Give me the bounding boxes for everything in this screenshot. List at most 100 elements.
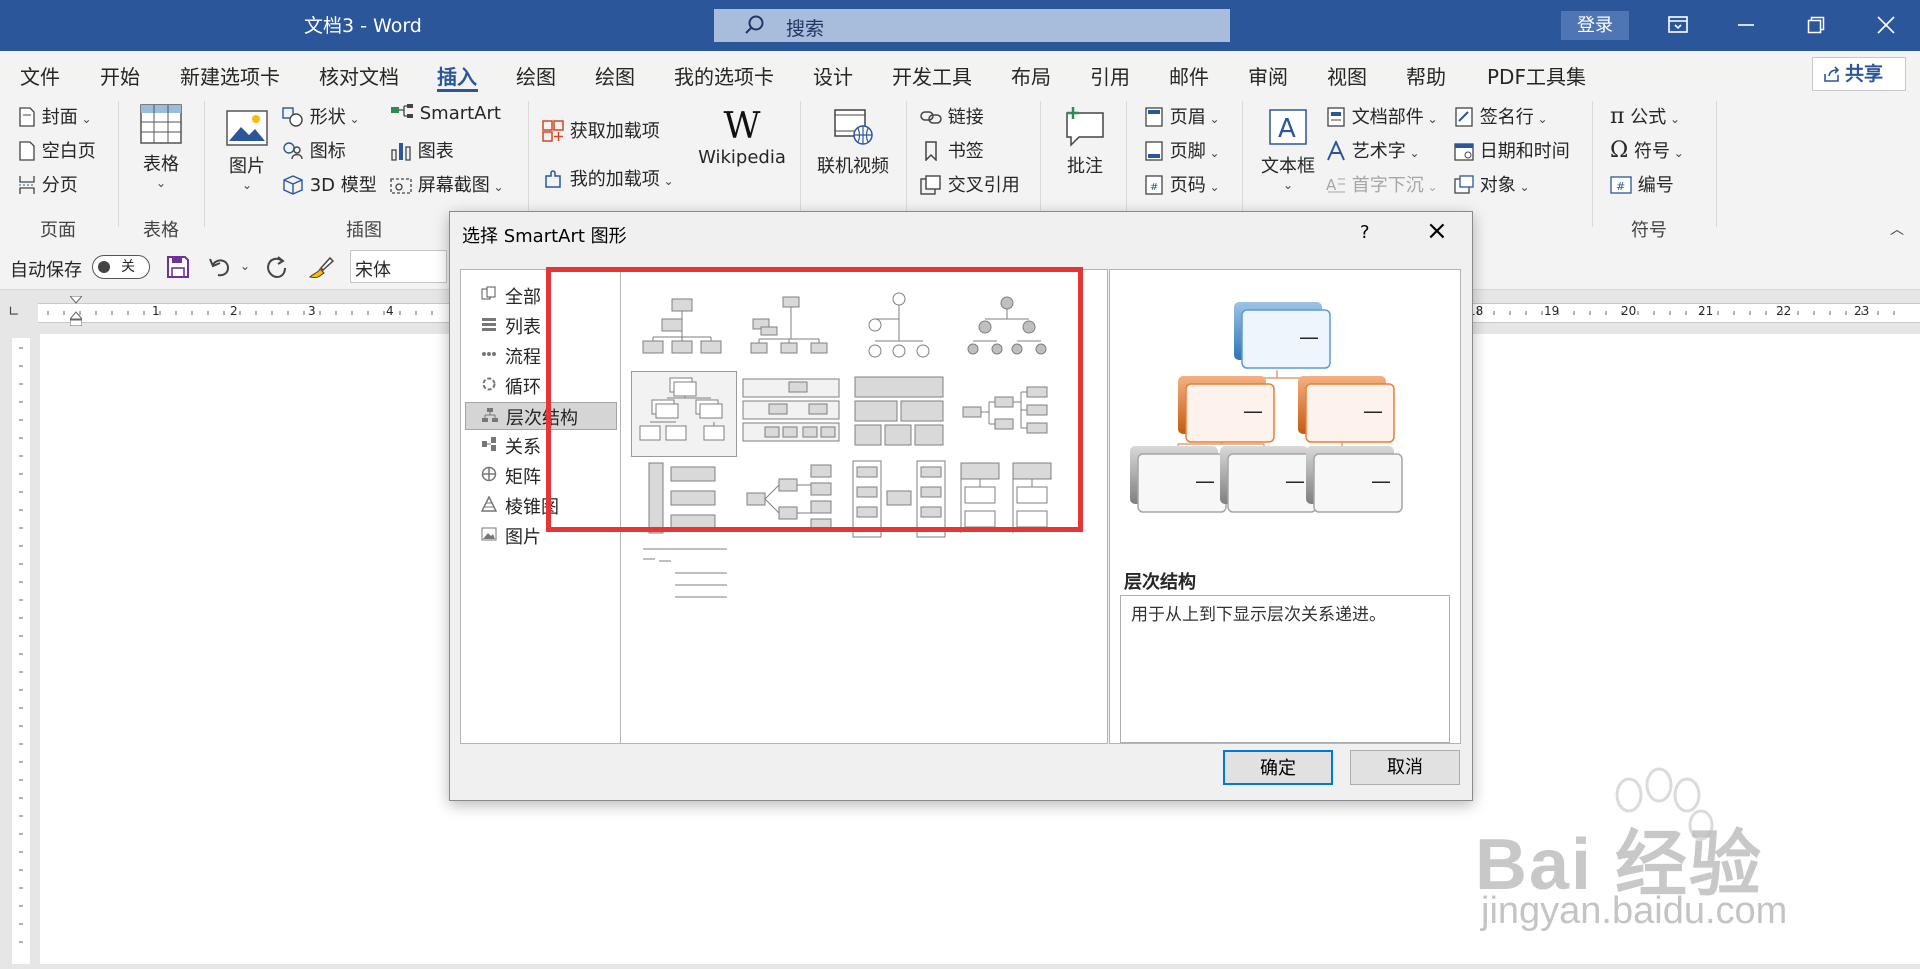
close-window-icon[interactable] [1856, 0, 1916, 51]
undo-dropdown-icon[interactable]: ⌄ [240, 259, 250, 273]
tab-mailings[interactable]: 邮件 [1169, 61, 1209, 90]
get-addins-button[interactable]: 获取加载项 [542, 117, 660, 143]
text-box-label: 文本框 [1261, 156, 1315, 177]
redo-icon[interactable] [264, 255, 288, 279]
smartart-button[interactable]: SmartArt [390, 103, 501, 124]
equation-button[interactable]: π 公式 ⌄ [1610, 103, 1680, 129]
relationship-icon [482, 437, 496, 451]
help-button[interactable]: ? [1360, 222, 1370, 243]
icons-button[interactable]: 图标 [282, 137, 346, 163]
cancel-button[interactable]: 取消 [1350, 750, 1460, 785]
wordart-button[interactable]: 艺术字 ⌄ [1326, 137, 1420, 163]
share-label: 共享 [1845, 63, 1884, 85]
preview-node-text: — [1363, 399, 1383, 423]
document-parts-label: 文档部件 [1351, 107, 1424, 128]
tab-my[interactable]: 我的选项卡 [674, 61, 774, 90]
share-button[interactable]: 共享 [1812, 57, 1906, 91]
screenshot-button[interactable]: 屏幕截图 ⌄ [390, 171, 504, 197]
tab-stop-selector-icon[interactable]: ∟ [8, 304, 24, 320]
link-button[interactable]: 链接 [920, 103, 984, 129]
tab-help[interactable]: 帮助 [1406, 61, 1446, 90]
tab-new[interactable]: 新建选项卡 [180, 61, 280, 90]
ribbon-tabs: 文件 开始 新建选项卡 核对文档 插入 绘图 绘图 我的选项卡 设计 开发工具 … [0, 51, 1920, 95]
separator [528, 101, 529, 227]
bookmark-label: 书签 [947, 141, 984, 162]
category-label: 流程 [505, 347, 541, 368]
symbol-button[interactable]: Ω 符号 ⌄ [1610, 137, 1684, 163]
wikipedia-button[interactable]: W Wikipedia [698, 107, 786, 169]
page-break-label: 分页 [41, 175, 78, 196]
text-box-button[interactable]: A 文本框 ⌄ [1256, 107, 1320, 192]
indent-marker[interactable] [68, 295, 84, 327]
3d-models-button[interactable]: 3D 模型 [282, 171, 377, 197]
close-dialog-icon[interactable]: × [1426, 216, 1448, 246]
tab-review[interactable]: 审阅 [1248, 61, 1288, 90]
separator [1126, 101, 1127, 227]
shapes-button[interactable]: 形状 ⌄ [282, 103, 360, 129]
category-label: 矩阵 [505, 467, 541, 488]
separator [800, 101, 801, 227]
tab-home[interactable]: 开始 [100, 61, 140, 90]
number-button[interactable]: # 编号 [1610, 171, 1674, 197]
wikipedia-label: Wikipedia [698, 147, 786, 168]
font-name-box[interactable]: 宋体 [350, 250, 447, 283]
document-parts-button[interactable]: 文档部件 ⌄ [1326, 103, 1438, 129]
ribbon-display-options-icon[interactable] [1648, 0, 1708, 51]
tab-developer[interactable]: 开发工具 [892, 61, 972, 90]
date-time-button[interactable]: 日期和时间 [1454, 137, 1570, 163]
bookmark-icon [925, 141, 937, 162]
chart-button[interactable]: 图表 [390, 137, 454, 163]
svg-text:A: A [1278, 114, 1296, 144]
minimize-icon[interactable] [1716, 0, 1776, 51]
online-video-button[interactable]: 联机视频 [812, 107, 894, 178]
restore-icon[interactable] [1786, 0, 1846, 51]
search-icon [745, 15, 764, 34]
signature-line-button[interactable]: 签名行 ⌄ [1454, 103, 1548, 129]
tab-draw-2[interactable]: 绘图 [595, 61, 635, 90]
tab-insert[interactable]: 插入 [437, 61, 477, 90]
cover-page-button[interactable]: 封面 ⌄ [18, 103, 92, 129]
tab-view[interactable]: 视图 [1327, 61, 1367, 90]
footer-button[interactable]: 页脚 ⌄ [1144, 137, 1220, 163]
page-number-button[interactable]: # 页码 ⌄ [1144, 171, 1220, 197]
icons-icon [283, 142, 303, 160]
header-button[interactable]: 页眉 ⌄ [1144, 103, 1220, 129]
separator [906, 101, 907, 227]
active-tab-indicator [437, 89, 478, 92]
bookmark-button[interactable]: 书签 [920, 137, 984, 163]
layout-lined-list[interactable] [631, 543, 735, 627]
ok-button[interactable]: 确定 [1223, 750, 1333, 785]
undo-icon[interactable] [208, 255, 232, 279]
illustrations-group-label: 插图 [346, 220, 382, 241]
blank-page-button[interactable]: 空白页 [18, 137, 96, 163]
chart-icon [391, 143, 411, 161]
picture-button[interactable]: 图片 ⌄ [222, 109, 272, 192]
tab-pdf[interactable]: PDF工具集 [1487, 61, 1586, 90]
tab-design[interactable]: 设计 [813, 61, 853, 90]
my-addins-button[interactable]: 我的加载项 ⌄ [542, 165, 674, 191]
pi-icon: π [1610, 104, 1625, 129]
save-icon[interactable] [166, 255, 190, 279]
tab-layout[interactable]: 布局 [1011, 61, 1051, 90]
icons-label: 图标 [309, 141, 346, 162]
login-button[interactable]: 登录 [1561, 11, 1629, 40]
cross-reference-button[interactable]: 交叉引用 [920, 171, 1020, 197]
tab-references[interactable]: 引用 [1090, 61, 1130, 90]
format-painter-icon[interactable] [308, 255, 334, 279]
autosave-toggle-label: 关 [121, 259, 135, 275]
picture-icon [226, 110, 268, 146]
table-button[interactable]: 表格 ⌄ [138, 103, 184, 190]
autosave-toggle[interactable]: 关 [92, 255, 150, 279]
comment-button[interactable]: 批注 [1058, 105, 1112, 178]
page-break-button[interactable]: 分页 [18, 171, 78, 197]
drop-cap-label: 首字下沉 [1351, 175, 1424, 196]
search-box[interactable]: 搜索 [714, 9, 1230, 42]
symbol-label: 符号 [1633, 141, 1670, 162]
collapse-ribbon-icon[interactable]: ︿ [1890, 219, 1904, 239]
tab-review-doc[interactable]: 核对文档 [319, 61, 399, 90]
tab-file[interactable]: 文件 [20, 61, 60, 90]
object-button[interactable]: 对象 ⌄ [1454, 171, 1530, 197]
online-video-icon [834, 109, 873, 145]
separator [1242, 101, 1243, 227]
tab-draw-1[interactable]: 绘图 [516, 61, 556, 90]
